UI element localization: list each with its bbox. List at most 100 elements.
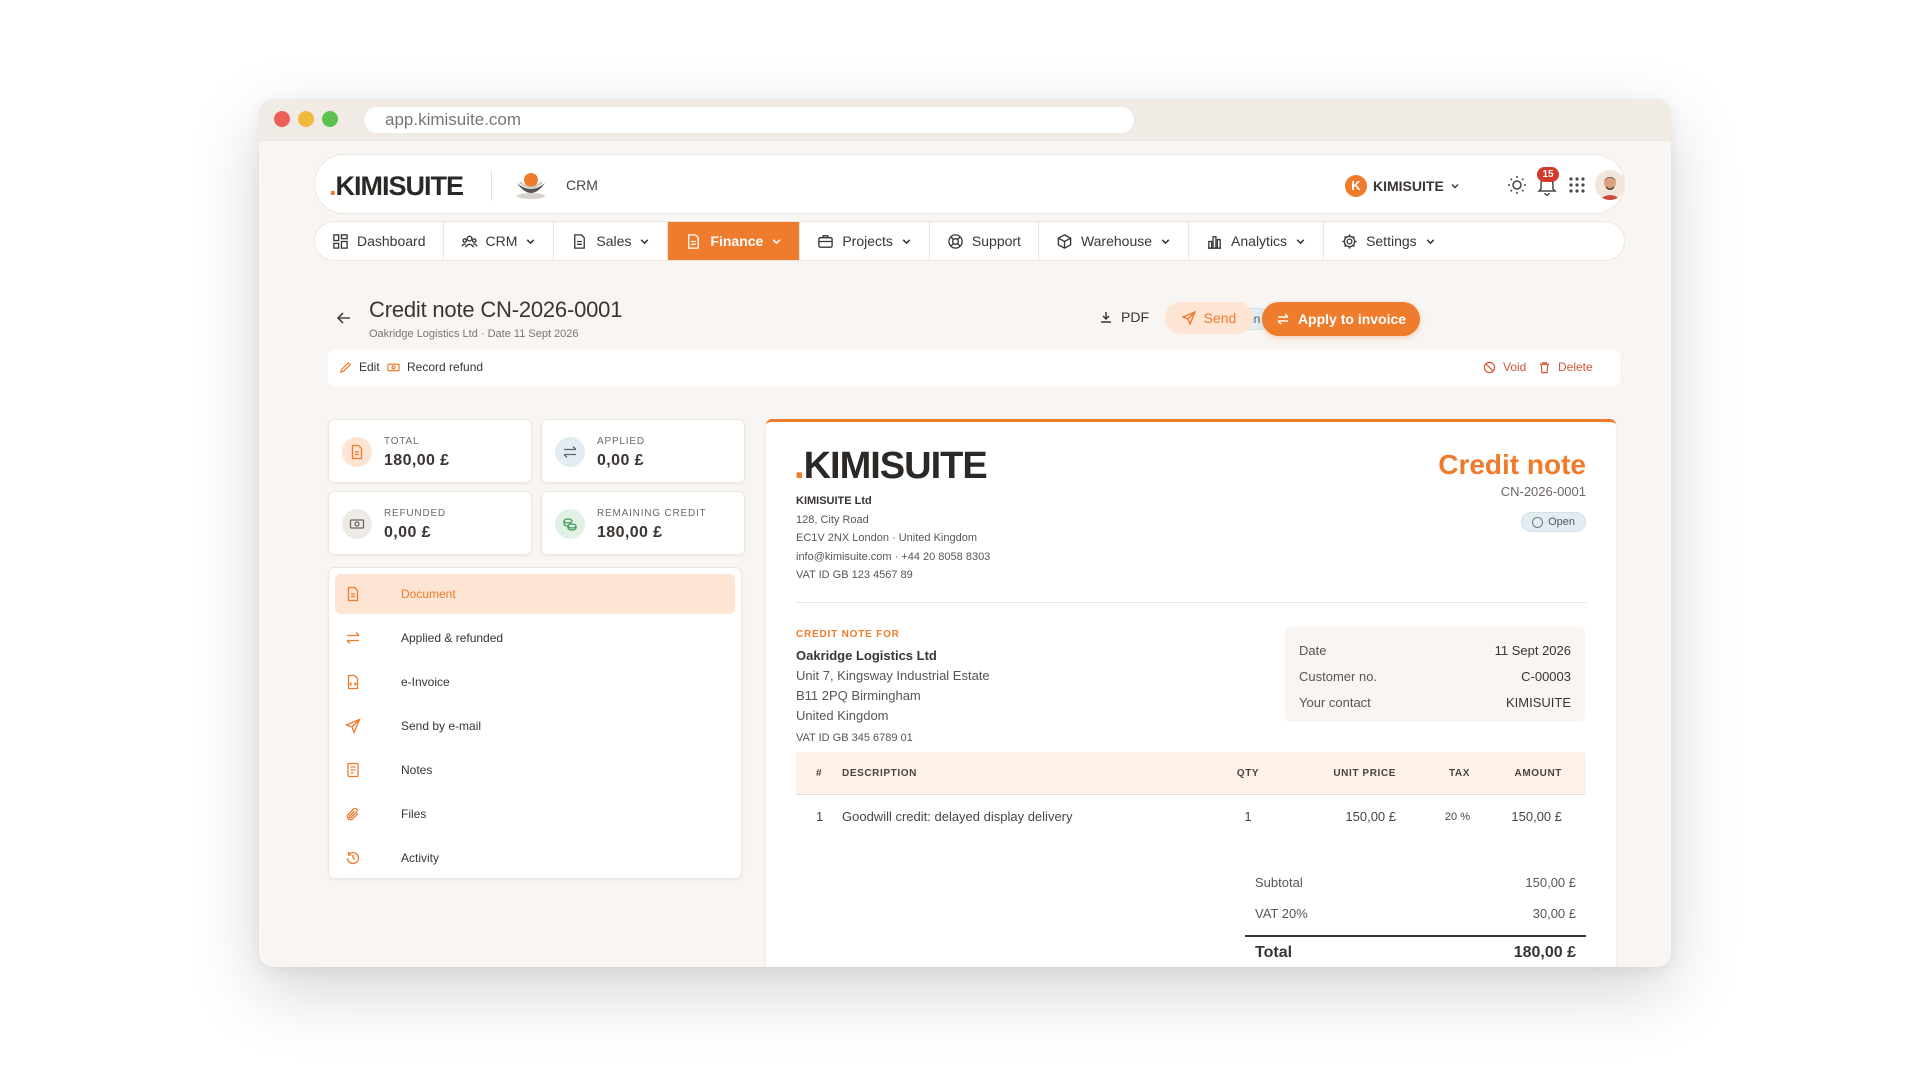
stat-refunded: REFUNDED 0,00 £ (328, 491, 532, 555)
document-meta: Date 11 Sept 2026 Customer no. C-00003 You… (1285, 627, 1585, 722)
nav-crm[interactable]: CRM (444, 222, 555, 260)
divider (491, 171, 492, 201)
notification-badge: 15 (1537, 167, 1559, 182)
line-items-table: # DESCRIPTION QTY UNIT PRICE TAX AMOUNT … (796, 752, 1586, 838)
nav-projects[interactable]: Projects (800, 222, 930, 260)
menu-item-applied-refunded[interactable]: Applied & refunded (335, 618, 735, 658)
nav-sales[interactable]: Sales (554, 222, 669, 260)
users-icon (460, 235, 478, 248)
maximize-window-button[interactable] (322, 111, 338, 127)
chevron-down-icon (527, 238, 535, 244)
document-icon (688, 233, 700, 249)
circle-status-icon (1532, 516, 1544, 528)
delete-button[interactable]: Delete (1538, 360, 1593, 374)
close-window-button[interactable] (274, 111, 290, 127)
page-subtitle: Oakridge Logistics Ltd · Date 11 Sept 20… (369, 328, 579, 340)
dashboard-icon (333, 233, 348, 249)
minimize-window-button[interactable] (298, 111, 314, 127)
menu-item-e-invoice[interactable]: e-Invoice (335, 662, 735, 702)
workspace-name: KIMISUITE (1373, 178, 1444, 194)
swap-arrows-icon (555, 437, 585, 467)
action-bar: Edit Record refund Void Delete (328, 349, 1620, 387)
chevron-down-icon (1426, 238, 1435, 244)
back-arrow-icon[interactable] (335, 309, 353, 327)
history-icon (346, 851, 360, 865)
totals-summary: Subtotal 150,00 £ VAT 20% 30,00 £ Total 180… (1245, 867, 1586, 967)
nav-dashboard[interactable]: Dashboard (315, 222, 444, 260)
table-row: 1 Goodwill credit: delayed display deliv… (816, 809, 1562, 824)
menu-item-notes[interactable]: Notes (335, 750, 735, 790)
edit-button[interactable]: Edit (339, 360, 380, 374)
app-topbar: .KIMISUITE CRM K KIMISUITE 15 (314, 154, 1625, 214)
stat-remaining-credit: REMAINING CREDIT 180,00 £ (541, 491, 745, 555)
apps-grid-icon[interactable] (1565, 173, 1589, 197)
stat-applied: APPLIED 0,00 £ (541, 419, 745, 483)
nav-warehouse[interactable]: Warehouse (1039, 222, 1190, 260)
browser-titlebar: app.kimisuite.com (259, 99, 1671, 141)
nav-support[interactable]: Support (930, 222, 1039, 260)
lifebuoy-icon (948, 233, 963, 249)
nav-settings[interactable]: Settings (1324, 222, 1453, 260)
gear-icon (1342, 233, 1357, 249)
stat-total: TOTAL 180,00 £ (328, 419, 532, 483)
user-avatar[interactable] (1595, 170, 1625, 200)
ban-icon (1483, 361, 1496, 373)
browser-window: app.kimisuite.com .KIMISUITE CRM K KIMIS… (259, 99, 1671, 967)
page-title: Credit note CN-2026-0001 (369, 297, 623, 322)
swap-arrows-icon (346, 632, 360, 644)
credit-note-document: .KIMISUITE KIMISUITE Ltd 128, City Road … (766, 419, 1616, 967)
menu-item-files[interactable]: Files (335, 794, 735, 834)
divider (796, 602, 1586, 603)
chevron-down-icon (1161, 238, 1170, 244)
table-header: # DESCRIPTION QTY UNIT PRICE TAX AMOUNT (796, 752, 1586, 795)
bill-to-label: CREDIT NOTE FOR (796, 629, 900, 640)
document-side-menu: Document Applied & refunded e-Invoice Se… (328, 567, 742, 879)
file-code-icon (347, 674, 359, 690)
void-button[interactable]: Void (1483, 360, 1526, 374)
chevron-down-icon (1451, 184, 1459, 189)
app-logo[interactable]: .KIMISUITE (329, 171, 464, 202)
paperclip-icon (346, 807, 359, 821)
document-logo: .KIMISUITE (794, 445, 988, 487)
apply-to-invoice-button[interactable]: Apply to invoice (1262, 302, 1420, 336)
send-button[interactable]: Send (1165, 302, 1253, 334)
nav-finance[interactable]: Finance (668, 222, 801, 260)
menu-item-document[interactable]: Document (335, 574, 735, 614)
vat-row: VAT 20% 30,00 £ (1255, 906, 1576, 921)
coins-icon (555, 509, 585, 539)
chevron-down-icon (902, 238, 911, 244)
document-number: CN-2026-0001 (1500, 484, 1586, 499)
send-icon (345, 718, 361, 734)
pencil-icon (339, 361, 351, 373)
document-title: Credit note (1438, 449, 1586, 480)
meta-row: Date 11 Sept 2026 (1299, 642, 1571, 658)
company-address: KIMISUITE Ltd 128, City Road EC1V 2NX Lo… (796, 495, 991, 581)
chevron-down-icon (772, 238, 781, 244)
crm-mascot-icon (517, 173, 545, 199)
subtotal-row: Subtotal 150,00 £ (1255, 875, 1576, 890)
total-row: Total 180,00 £ (1245, 935, 1586, 967)
workspace-switcher[interactable]: K KIMISUITE (1345, 175, 1460, 197)
invoice-icon (342, 437, 372, 467)
pdf-button[interactable]: PDF (1099, 309, 1149, 325)
menu-item-activity[interactable]: Activity (335, 838, 735, 878)
theme-toggle-sun-icon[interactable] (1505, 173, 1529, 197)
banknote-icon (387, 363, 400, 371)
meta-row: Your contact KIMISUITE (1299, 694, 1571, 710)
document-icon (574, 233, 586, 249)
document-status-badge: Open (1521, 512, 1586, 532)
banknote-icon (342, 509, 372, 539)
download-icon (1101, 312, 1111, 323)
record-refund-button[interactable]: Record refund (387, 360, 483, 374)
briefcase-icon (818, 234, 834, 248)
main-navigation: Dashboard CRM Sales Finance Projects Sup… (314, 221, 1625, 261)
customer-address: Oakridge Logistics Ltd Unit 7, Kingsway … (796, 648, 990, 744)
module-label: CRM (566, 177, 598, 193)
trash-icon (1539, 361, 1550, 373)
address-bar[interactable]: app.kimisuite.com (364, 107, 1134, 133)
meta-row: Customer no. C-00003 (1299, 668, 1571, 684)
user-portrait-icon (1595, 170, 1625, 200)
menu-item-send-email[interactable]: Send by e-mail (335, 706, 735, 746)
nav-analytics[interactable]: Analytics (1189, 222, 1325, 260)
swap-arrows-icon (1277, 313, 1289, 325)
